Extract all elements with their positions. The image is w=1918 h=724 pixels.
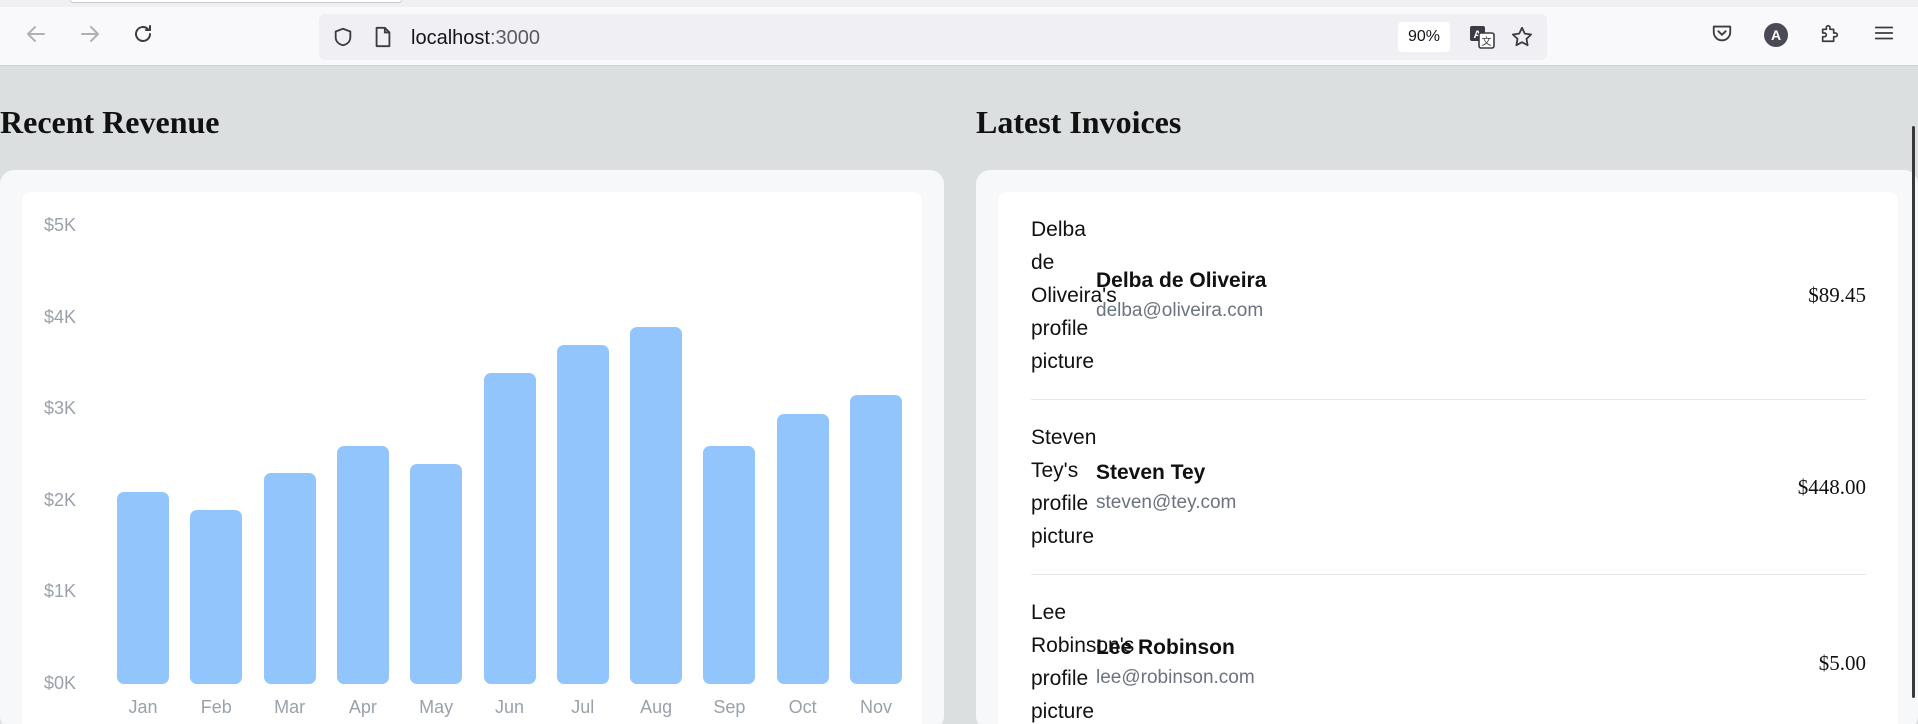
- y-axis-tick-label: $4K: [44, 306, 77, 327]
- extensions-puzzle-icon: [1819, 22, 1841, 49]
- profile-picture-alt-text: Steven Tey's profile picture: [1031, 426, 1097, 548]
- pocket-button[interactable]: [1706, 19, 1738, 51]
- revenue-bar-sep: [703, 445, 756, 684]
- x-axis-tick-label: Nov: [859, 697, 892, 717]
- account-avatar-icon: A: [1764, 23, 1788, 47]
- revenue-bar-mar: [263, 473, 316, 684]
- customer-name: Delba de Oliveira: [1096, 269, 1267, 292]
- svg-text:文: 文: [1482, 35, 1492, 48]
- x-axis-tick-label: Jun: [494, 697, 525, 717]
- page-info-icon[interactable]: [369, 23, 397, 51]
- revenue-section-title: Recent Revenue: [0, 104, 220, 140]
- x-axis-tick-label: Jul: [571, 697, 595, 717]
- customer-name: Lee Robinson: [1096, 636, 1235, 659]
- x-axis-tick-label: Apr: [348, 697, 377, 717]
- revenue-bar-jul: [556, 345, 609, 684]
- profile-picture-alt-text: Delba de Oliveira's profile picture: [1031, 218, 1117, 373]
- browser-toolbar: localhost:3000 90% A文 A: [0, 0, 1918, 66]
- y-axis-tick-label: $1K: [44, 581, 77, 602]
- customer-email: lee@robinson.com: [1096, 667, 1255, 688]
- app-menu-button[interactable]: [1868, 19, 1900, 51]
- x-axis-tick-label: Feb: [200, 697, 232, 717]
- x-axis-tick-label: Jan: [128, 697, 158, 717]
- x-axis-tick-label: May: [419, 697, 454, 717]
- url-port: :3000: [489, 27, 540, 49]
- invoice-amount: $89.45: [1808, 283, 1866, 307]
- x-axis-tick-label: Sep: [713, 697, 746, 717]
- forward-button[interactable]: [72, 18, 108, 54]
- revenue-bar-feb: [190, 509, 243, 684]
- customer-name: Steven Tey: [1096, 461, 1206, 484]
- hamburger-menu-icon: [1873, 22, 1895, 49]
- revenue-bar-jan: [117, 491, 169, 684]
- invoice-divider: [1031, 399, 1866, 400]
- zoom-level-button[interactable]: 90%: [1398, 22, 1450, 52]
- customer-email: steven@tey.com: [1096, 492, 1237, 513]
- extensions-button[interactable]: [1814, 19, 1846, 51]
- revenue-bar-nov: [850, 395, 902, 684]
- back-button[interactable]: [18, 18, 54, 54]
- translate-icon[interactable]: A文: [1468, 23, 1496, 51]
- revenue-bar-oct: [776, 413, 829, 684]
- revenue-bar-apr: [336, 445, 389, 684]
- back-arrow-icon: [24, 22, 48, 51]
- address-bar[interactable]: localhost:3000 90% A文: [319, 14, 1547, 60]
- active-tab-edge[interactable]: [70, 0, 402, 3]
- x-axis-tick-label: Oct: [788, 697, 817, 717]
- url-text[interactable]: localhost:3000: [411, 27, 540, 50]
- customer-email: delba@oliveira.com: [1096, 300, 1264, 321]
- account-button[interactable]: A: [1760, 19, 1792, 51]
- x-axis-tick-label: Mar: [274, 697, 306, 717]
- bookmark-star-icon[interactable]: [1508, 23, 1536, 51]
- y-axis-tick-label: $0K: [44, 673, 77, 693]
- revenue-bar-jun: [483, 372, 536, 684]
- pocket-icon: [1711, 22, 1733, 49]
- reload-button[interactable]: [125, 18, 161, 54]
- page-scrollbar[interactable]: [1912, 126, 1915, 698]
- x-axis-tick-label: Aug: [640, 697, 673, 717]
- profile-picture-alt-text: Lee Robinson's profile picture: [1031, 601, 1135, 723]
- reload-icon: [131, 22, 155, 51]
- invoice-amount: $5.00: [1818, 651, 1866, 675]
- revenue-bar-may: [410, 464, 463, 684]
- invoices-section-title: Latest Invoices: [976, 104, 1182, 140]
- y-axis-tick-label: $2K: [44, 489, 77, 510]
- tracking-protection-shield-icon[interactable]: [329, 23, 357, 51]
- invoice-divider: [1031, 574, 1866, 575]
- url-host: localhost: [411, 27, 490, 49]
- y-axis-tick-label: $3K: [44, 398, 77, 419]
- revenue-bar-aug: [630, 326, 683, 684]
- invoice-amount: $448.00: [1797, 475, 1866, 499]
- forward-arrow-icon: [78, 22, 102, 51]
- y-axis-tick-label: $5K: [44, 215, 77, 235]
